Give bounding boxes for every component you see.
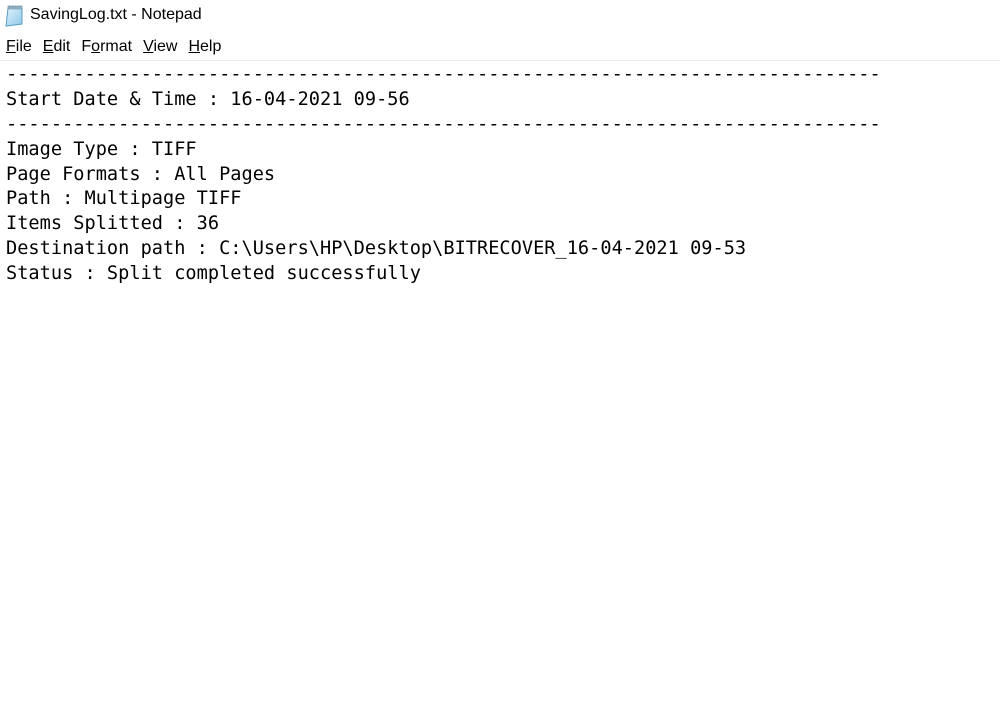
menu-file[interactable]: File — [0, 35, 37, 59]
notepad-icon — [5, 5, 24, 27]
title-bar[interactable]: SavingLog.txt - Notepad — [0, 0, 1000, 33]
menu-file-rest: ile — [15, 38, 32, 55]
menu-edit-rest: dit — [53, 38, 71, 55]
menu-format-mnemonic: o — [91, 38, 101, 55]
image-type-line: Image Type : TIFF — [6, 138, 197, 160]
destination-path-line: Destination path : C:\Users\HP\Desktop\B… — [6, 238, 747, 260]
menu-help-mnemonic: H — [188, 38, 201, 55]
menu-edit[interactable]: Edit — [37, 35, 76, 59]
menu-format-pre: F — [81, 38, 92, 55]
menu-format[interactable]: Format — [75, 35, 137, 59]
menu-bar: File Edit Format View Help — [0, 35, 1000, 59]
menu-view[interactable]: View — [137, 35, 182, 59]
menu-help-rest: elp — [200, 38, 222, 55]
menu-edit-mnemonic: E — [42, 38, 54, 55]
menu-file-mnemonic: F — [6, 38, 16, 55]
menu-view-mnemonic: V — [143, 38, 154, 55]
status-line: Status : Split completed successfully — [6, 263, 421, 285]
separator-line: ----------------------------------------… — [6, 64, 881, 85]
menu-format-rest: rmat — [100, 38, 133, 55]
menu-view-rest: iew — [153, 38, 178, 55]
page-formats-line: Page Formats : All Pages — [6, 163, 276, 185]
separator-line: ----------------------------------------… — [6, 113, 881, 135]
text-editor-area[interactable]: ----------------------------------------… — [0, 61, 1000, 701]
window-title: SavingLog.txt - Notepad — [30, 6, 202, 23]
items-splitted-line: Items Splitted : 36 — [6, 213, 220, 235]
path-line: Path : Multipage TIFF — [6, 188, 242, 210]
menu-help[interactable]: Help — [182, 35, 226, 59]
notepad-window: SavingLog.txt - Notepad File Edit Format… — [0, 0, 1000, 701]
document-text[interactable]: ----------------------------------------… — [6, 63, 881, 287]
start-date-time-line: Start Date & Time : 16-04-2021 09-56 — [6, 88, 410, 110]
